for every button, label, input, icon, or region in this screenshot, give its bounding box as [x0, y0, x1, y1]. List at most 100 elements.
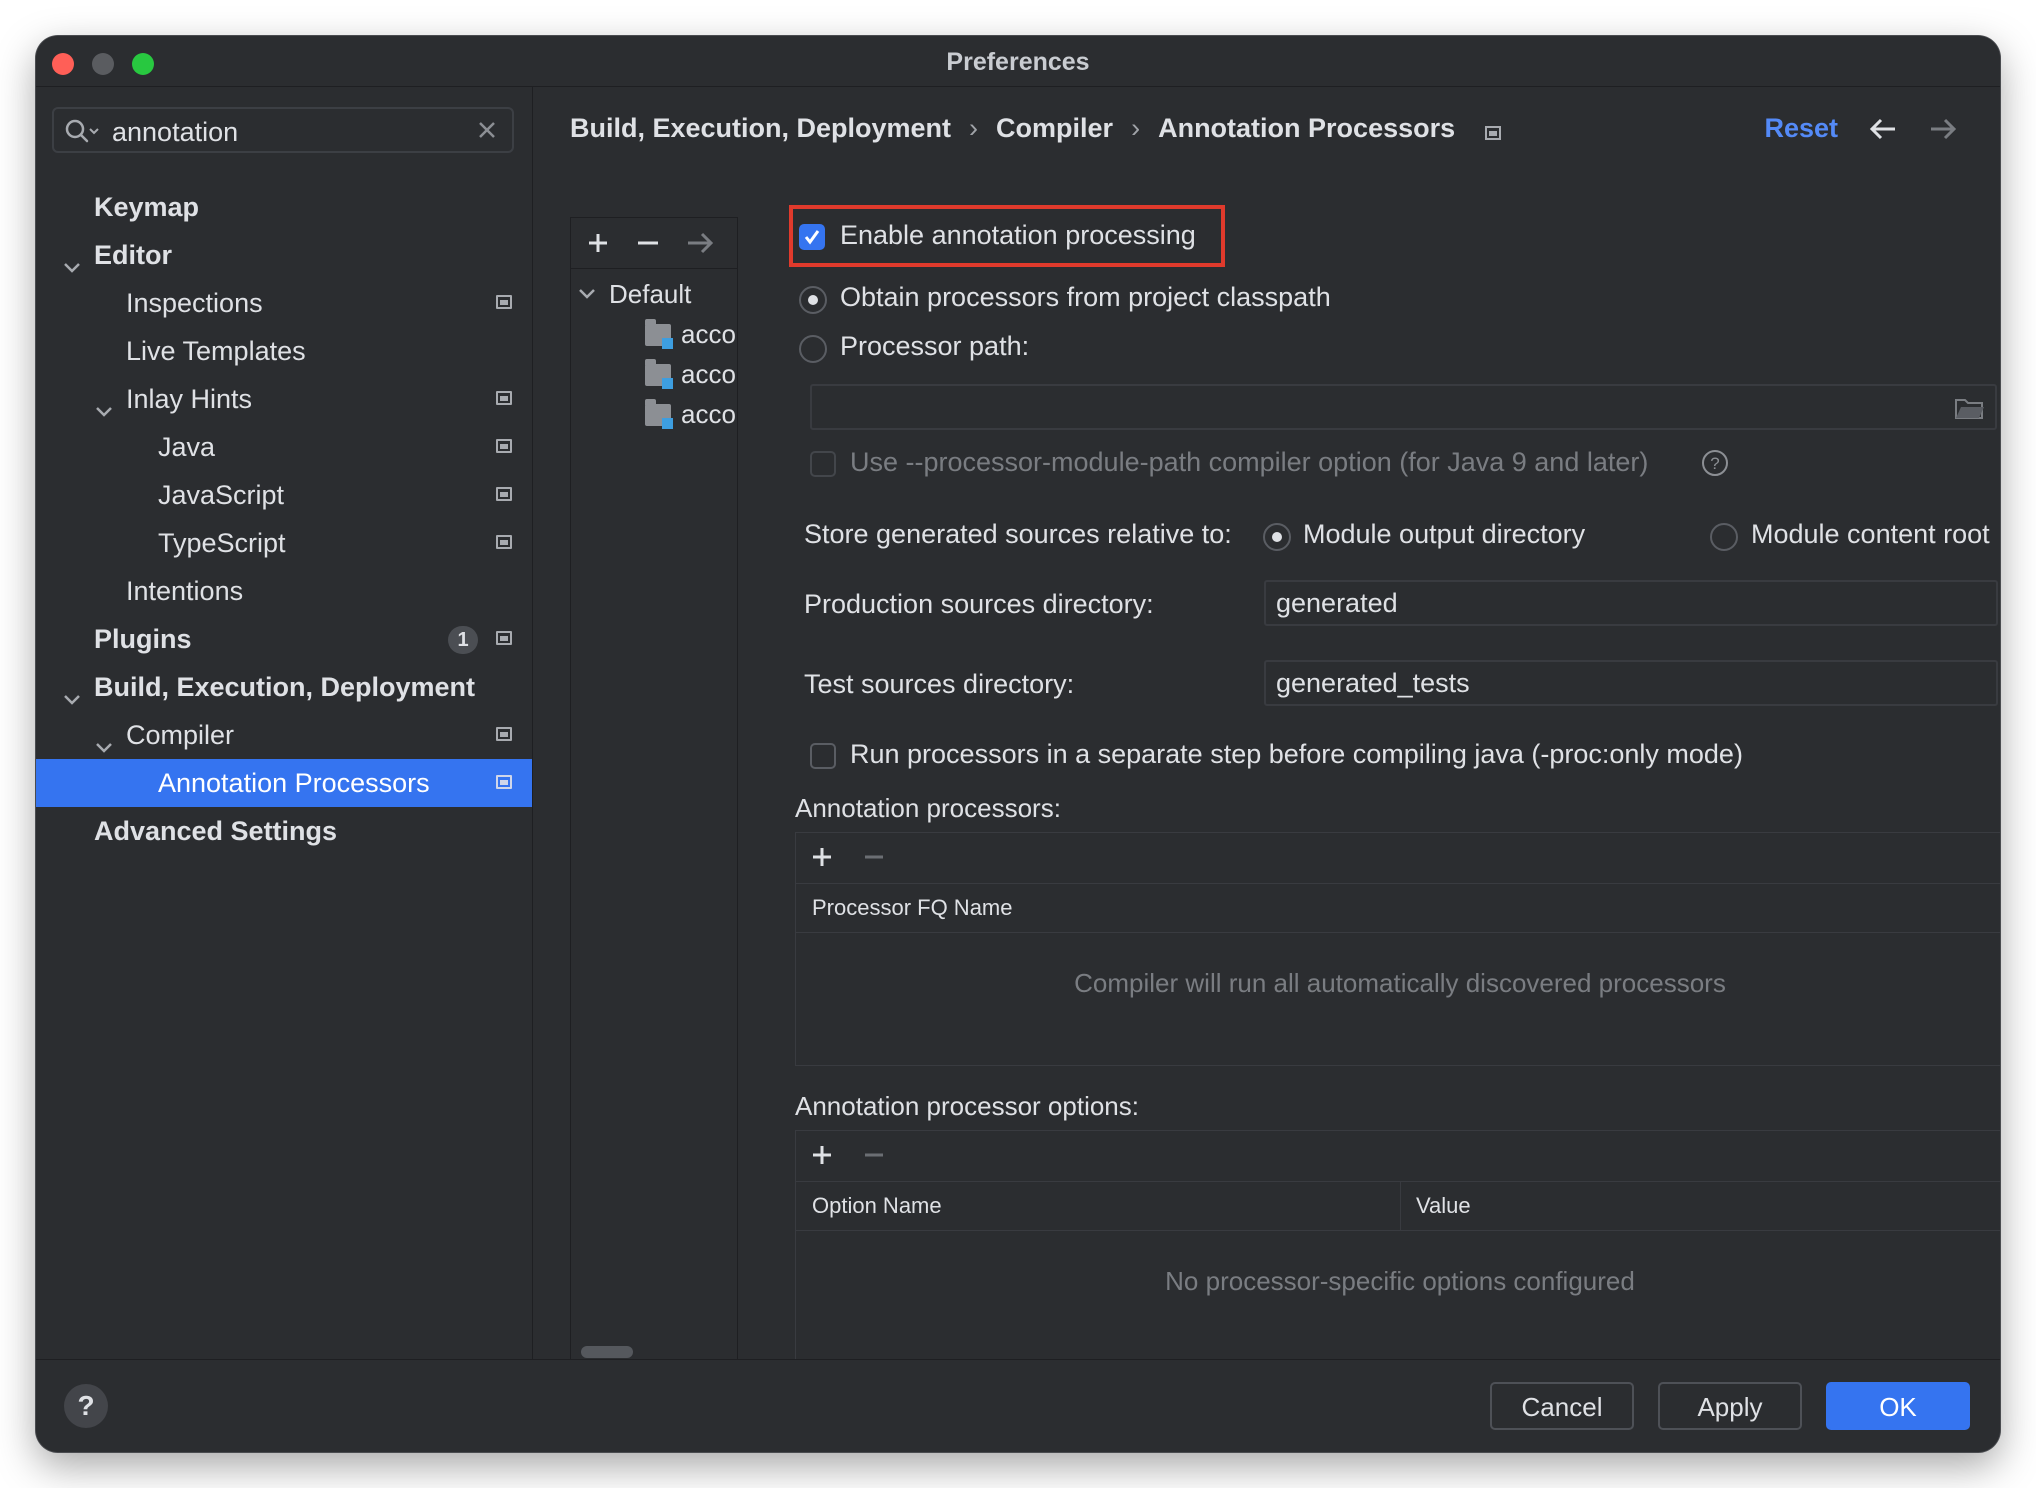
sidebar-item-inspections[interactable]: Inspections [36, 279, 532, 327]
breadcrumb-item[interactable]: Compiler [996, 113, 1113, 144]
options-toolbar [796, 1131, 2000, 1182]
processor-module-path-label: Use --processor-module-path compiler opt… [850, 447, 1649, 477]
project-level-icon [1485, 126, 1502, 140]
back-arrow-icon[interactable] [1868, 117, 1898, 146]
enable-annotation-processing-checkbox[interactable] [799, 224, 825, 250]
column-value[interactable]: Value [1416, 1182, 1471, 1230]
test-dir-label: Test sources directory: [804, 669, 1075, 699]
proc-only-checkbox[interactable] [810, 743, 836, 769]
settings-search-field[interactable]: annotation [52, 107, 514, 153]
column-divider [1400, 1182, 1401, 1230]
profiles-panel: Default acco acco acco [570, 217, 738, 1365]
search-icon [64, 118, 100, 151]
sidebar-item-editor[interactable]: Editor [36, 231, 532, 279]
processors-empty-text: Compiler will run all automatically disc… [1074, 968, 1726, 998]
ok-button[interactable]: OK [1826, 1382, 1970, 1430]
breadcrumb-item[interactable]: Build, Execution, Deployment [570, 113, 951, 144]
annotation-processors-table: Processor FQ Name Compiler will run all … [795, 832, 2000, 1066]
module-folder-icon [645, 359, 673, 389]
processor-path-label[interactable]: Processor path: [840, 331, 1029, 362]
profile-module-item[interactable]: acco [571, 394, 737, 434]
options-empty-text: No processor-specific options configured [1165, 1266, 1635, 1296]
proc-only-label[interactable]: Run processors in a separate step before… [850, 739, 1743, 770]
column-option-name[interactable]: Option Name [812, 1182, 942, 1230]
obtain-from-classpath-label[interactable]: Obtain processors from project classpath [840, 282, 1331, 313]
window-title: Preferences [946, 48, 1090, 76]
add-profile-button[interactable] [585, 230, 611, 261]
sidebar-item-typescript[interactable]: TypeScript [36, 519, 532, 567]
processors-toolbar [796, 833, 2000, 884]
module-content-root-radio[interactable] [1710, 523, 1738, 551]
profile-default[interactable]: Default [571, 274, 737, 314]
dialog-footer: ? Cancel Apply OK [36, 1359, 2000, 1452]
module-output-directory-radio[interactable] [1263, 523, 1291, 551]
sidebar-item-compiler[interactable]: Compiler [36, 711, 532, 759]
help-question-icon[interactable]: ? [1700, 448, 1730, 483]
remove-option-button[interactable] [862, 1143, 886, 1172]
processor-module-path-checkbox[interactable] [810, 451, 836, 477]
apply-button[interactable]: Apply [1658, 1382, 1802, 1430]
cancel-button[interactable]: Cancel [1490, 1382, 1634, 1430]
profile-module-item[interactable]: acco [571, 314, 737, 354]
enable-annotation-processing-label[interactable]: Enable annotation processing [840, 220, 1196, 251]
module-content-root-label[interactable]: Module content root [1751, 519, 1990, 550]
project-level-icon [496, 295, 512, 309]
module-output-directory-label[interactable]: Module output directory [1303, 519, 1585, 550]
project-level-icon [496, 775, 512, 789]
reset-link[interactable]: Reset [1764, 113, 1838, 144]
column-processor-fq-name[interactable]: Processor FQ Name [812, 884, 1013, 932]
breadcrumb-item: Annotation Processors [1158, 113, 1456, 143]
breadcrumb-separator: › [1131, 113, 1141, 143]
move-to-arrow-icon[interactable] [685, 230, 715, 261]
svg-text:?: ? [1710, 454, 1719, 473]
test-dir-input[interactable]: generated_tests [1264, 660, 1998, 706]
clear-search-icon[interactable] [476, 119, 498, 146]
sidebar-item-intentions[interactable]: Intentions [36, 567, 532, 615]
project-level-icon [496, 391, 512, 405]
production-dir-label: Production sources directory: [804, 589, 1154, 619]
breadcrumb-separator: › [969, 113, 979, 143]
processors-table-header: Processor FQ Name [796, 884, 2000, 933]
options-table-header: Option Name Value [796, 1182, 2000, 1231]
title-bar: Preferences [36, 36, 2000, 87]
project-level-icon [496, 439, 512, 453]
production-dir-input[interactable]: generated [1264, 580, 1998, 626]
sidebar-item-plugins[interactable]: Plugins 1 [36, 615, 532, 663]
plugins-update-badge: 1 [448, 626, 478, 654]
sidebar-item-java[interactable]: Java [36, 423, 532, 471]
remove-profile-button[interactable] [635, 230, 661, 261]
processor-path-input[interactable] [810, 384, 1997, 430]
horizontal-scrollbar[interactable] [581, 1346, 633, 1358]
sidebar-item-keymap[interactable]: Keymap [36, 183, 532, 231]
help-button[interactable]: ? [64, 1384, 108, 1428]
sidebar-item-inlay-hints[interactable]: Inlay Hints [36, 375, 532, 423]
browse-folder-icon[interactable] [1954, 396, 1984, 425]
forward-arrow-icon[interactable] [1928, 117, 1958, 146]
module-folder-icon [645, 319, 673, 349]
annotation-processors-title: Annotation processors: [795, 793, 1061, 823]
project-level-icon [496, 631, 512, 645]
processor-path-radio[interactable] [799, 335, 827, 363]
processor-options-title: Annotation processor options: [795, 1091, 1139, 1121]
breadcrumb: Build, Execution, Deployment › Compiler › An… [570, 113, 1502, 144]
settings-content: Build, Execution, Deployment › Compiler › An… [533, 87, 2000, 1365]
remove-processor-button[interactable] [862, 845, 886, 874]
obtain-from-classpath-radio[interactable] [799, 286, 827, 314]
sidebar-item-annotation-processors[interactable]: Annotation Processors [36, 759, 532, 807]
chevron-down-icon[interactable] [577, 274, 597, 314]
add-option-button[interactable] [810, 1143, 834, 1172]
sidebar-item-javascript[interactable]: JavaScript [36, 471, 532, 519]
sidebar-item-live-templates[interactable]: Live Templates [36, 327, 532, 375]
profiles-toolbar [571, 218, 737, 269]
sidebar-item-build-execution-deployment[interactable]: Build, Execution, Deployment [36, 663, 532, 711]
sidebar-item-advanced-settings[interactable]: Advanced Settings [36, 807, 532, 855]
profile-module-item[interactable]: acco [571, 354, 737, 394]
store-generated-label: Store generated sources relative to: [804, 519, 1232, 549]
project-level-icon [496, 535, 512, 549]
add-processor-button[interactable] [810, 845, 834, 874]
project-level-icon [496, 487, 512, 501]
search-input[interactable]: annotation [112, 117, 238, 148]
processor-options-table: Option Name Value No processor-specific … [795, 1130, 2000, 1364]
project-level-icon [496, 727, 512, 741]
module-folder-icon [645, 399, 673, 429]
